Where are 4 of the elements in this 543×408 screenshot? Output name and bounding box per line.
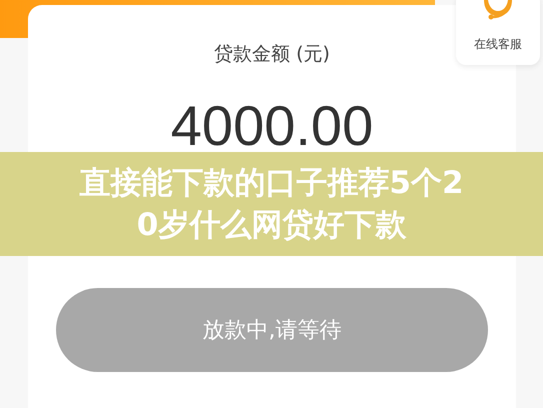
banner-title: 直接能下款的口子推荐5个20岁什么网贷好下款 bbox=[78, 164, 465, 245]
amount-label: 贷款金额 (元) bbox=[214, 42, 330, 67]
loan-amount: 4000.00 bbox=[170, 93, 374, 158]
customer-service-button[interactable]: 在线客服 bbox=[456, 0, 540, 65]
